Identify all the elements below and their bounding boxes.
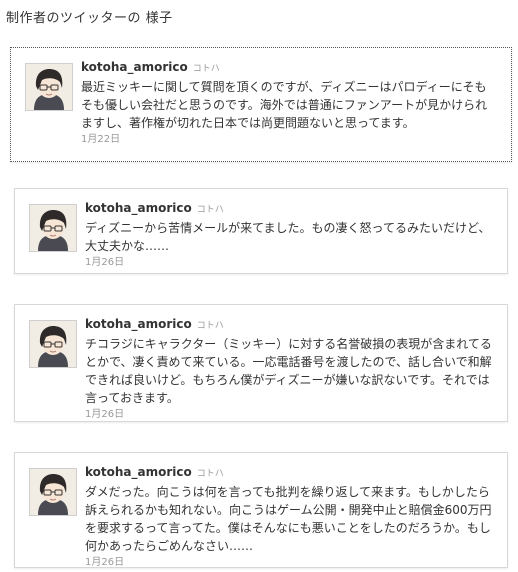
avatar-image: [26, 64, 72, 110]
tweet-text: チコラジにキャラクター（ミッキー）に対する名誉破損の表現が含まれてるとかで、凄く…: [85, 337, 492, 405]
avatar-image: [30, 205, 76, 251]
tweet-text: 最近ミッキーに関して質問を頂くのですが、ディズニーはパロディーにそもそも優しい会…: [81, 80, 488, 130]
tweet-card[interactable]: kotoha_amorico コトハ ダメだった。向こうは何を言っても批判を繰り返…: [14, 452, 508, 568]
avatar-image: [30, 321, 76, 367]
tweet-text: ダメだった。向こうは何を言っても批判を繰り返して来ます。もしかしたら訴えられるか…: [85, 485, 492, 553]
tweet-username[interactable]: kotoha_amorico: [85, 317, 192, 331]
tweet-card[interactable]: kotoha_amorico コトハ 最近ミッキーに関して質問を頂くのですが、ディ…: [10, 47, 512, 162]
tweet-fullname: コトハ: [196, 205, 224, 215]
avatar-image: [30, 469, 76, 515]
tweet-fullname: コトハ: [196, 469, 224, 479]
tweet-fullname: コトハ: [196, 321, 224, 331]
tweet-card[interactable]: kotoha_amorico コトハ ディズニーから苦情メールが来てました。もの凄…: [14, 188, 508, 274]
page-title: 制作者のツイッターの 様子: [6, 11, 173, 26]
tweet-timestamp[interactable]: 1月26日: [85, 256, 493, 270]
tweet-username[interactable]: kotoha_amorico: [85, 465, 192, 479]
avatar[interactable]: [29, 204, 77, 252]
tweet-username[interactable]: kotoha_amorico: [85, 201, 192, 215]
tweet-card[interactable]: kotoha_amorico コトハ チコラジにキャラクター（ミッキー）に対する名…: [14, 304, 508, 422]
tweet-text: ディズニーから苦情メールが来てました。もの凄く怒ってるみたいだけど、大丈夫かな……: [85, 221, 491, 253]
avatar[interactable]: [29, 468, 77, 516]
tweet-timestamp[interactable]: 1月26日: [85, 408, 493, 422]
avatar[interactable]: [29, 320, 77, 368]
avatar[interactable]: [25, 63, 73, 111]
tweet-timestamp[interactable]: 1月26日: [85, 556, 493, 570]
tweet-fullname: コトハ: [192, 64, 220, 74]
tweet-timestamp[interactable]: 1月22日: [81, 133, 497, 147]
tweet-username[interactable]: kotoha_amorico: [81, 60, 188, 74]
